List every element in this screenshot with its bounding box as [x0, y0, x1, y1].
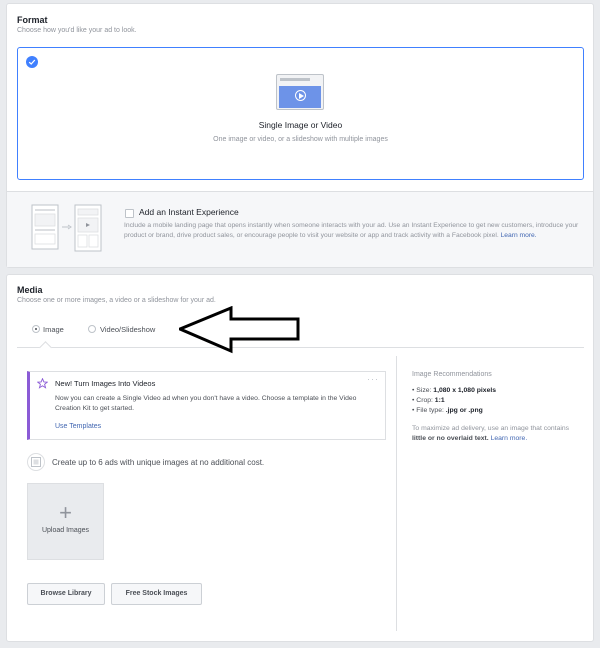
media-subtitle: Choose one or more images, a video or a …: [17, 297, 216, 304]
plus-icon: +: [59, 500, 72, 525]
instant-experience-description: Include a mobile landing page that opens…: [124, 221, 582, 241]
more-options-icon[interactable]: ···: [367, 374, 379, 384]
create-ads-note: Create up to 6 ads with unique images at…: [52, 458, 265, 467]
image-radio-label[interactable]: Image: [43, 325, 64, 334]
turn-images-into-videos-card: New! Turn Images Into Videos ··· Now you…: [27, 371, 386, 440]
single-image-thumbnail: [276, 74, 324, 110]
tab-pointer: [39, 341, 52, 354]
browse-library-button[interactable]: Browse Library: [27, 583, 105, 605]
image-radio[interactable]: [32, 325, 40, 333]
upload-images-button[interactable]: + Upload Images: [27, 483, 104, 560]
list-item: • Crop: 1:1: [412, 397, 445, 404]
free-stock-images-button[interactable]: Free Stock Images: [111, 583, 202, 605]
rec-value: .jpg or .png: [445, 407, 483, 414]
promo-title: New! Turn Images Into Videos: [55, 379, 156, 388]
upload-images-label: Upload Images: [41, 527, 90, 534]
image-grid-icon: [27, 453, 45, 471]
checkmark-icon: [26, 56, 38, 68]
rec-value: 1:1: [434, 397, 445, 404]
learn-more-link[interactable]: Learn more.: [501, 232, 537, 239]
option-title: Single Image or Video: [258, 120, 343, 130]
column-divider: [396, 356, 397, 631]
recommendation-note: To maximize ad delivery, use an image th…: [412, 424, 580, 443]
learn-more-link[interactable]: Learn more.: [491, 435, 528, 442]
rec-label: File type:: [416, 407, 444, 414]
list-item: • File type: .jpg or .png: [412, 407, 483, 414]
option-description: One image or video, or a slideshow with …: [213, 136, 388, 143]
single-image-or-video-option[interactable]: Single Image or Video One image or video…: [17, 47, 584, 180]
video-slideshow-radio-label[interactable]: Video/Slideshow: [100, 325, 155, 334]
use-templates-link[interactable]: Use Templates: [55, 423, 101, 430]
image-recommendations-title: Image Recommendations: [412, 371, 492, 378]
note-bold: little or no overlaid text.: [412, 434, 489, 442]
video-slideshow-radio[interactable]: [88, 325, 96, 333]
note-text: To maximize ad delivery, use an image th…: [412, 425, 570, 432]
left-arrow-annotation: [179, 306, 300, 354]
instant-experience-illustration: [31, 204, 102, 252]
media-section: Media Choose one or more images, a video…: [6, 274, 594, 642]
play-icon: [295, 90, 306, 101]
format-section: Format Choose how you'd like your ad to …: [6, 3, 594, 268]
format-title: Format: [17, 15, 48, 25]
instant-experience-title[interactable]: Add an Instant Experience: [139, 207, 239, 217]
media-title: Media: [17, 285, 43, 295]
rec-label: Crop:: [416, 397, 433, 404]
promo-body: Now you can create a Single Video ad whe…: [55, 395, 357, 412]
instant-experience-checkbox[interactable]: [125, 209, 134, 218]
list-item: • Size: 1,080 x 1,080 pixels: [412, 387, 497, 394]
rec-label: Size:: [416, 387, 432, 394]
instant-experience-section: Add an Instant Experience Include a mobi…: [7, 191, 593, 267]
format-subtitle: Choose how you'd like your ad to look.: [17, 27, 137, 34]
star-icon: [37, 378, 48, 389]
recommendations-list: • Size: 1,080 x 1,080 pixels • Crop: 1:1…: [412, 386, 496, 416]
rec-value: 1,080 x 1,080 pixels: [433, 387, 497, 394]
